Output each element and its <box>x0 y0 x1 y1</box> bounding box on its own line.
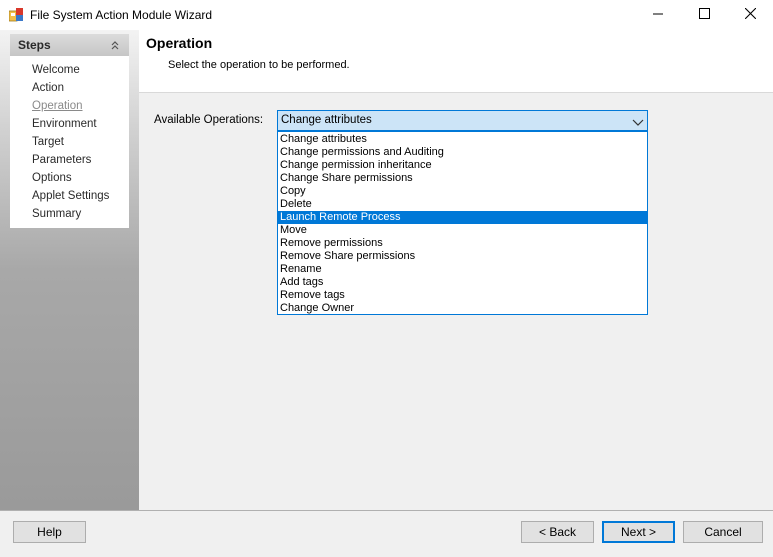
minimize-button[interactable] <box>635 0 681 30</box>
step-parameters: Parameters <box>32 154 92 166</box>
step-target: Target <box>32 136 64 148</box>
step-options: Options <box>32 172 72 184</box>
step-welcome: Welcome <box>32 64 80 76</box>
operation-select[interactable]: Change attributes <box>277 110 648 131</box>
title-bar: File System Action Module Wizard <box>0 0 773 30</box>
step-summary: Summary <box>32 208 82 220</box>
steps-header[interactable]: Steps <box>10 34 129 56</box>
step-environment: Environment <box>32 118 97 130</box>
operation-option[interactable]: Rename <box>278 263 647 276</box>
steps-list: Welcome Action Operation Environment Tar… <box>32 62 109 224</box>
operation-option-highlighted[interactable]: Launch Remote Process <box>278 211 647 224</box>
operation-option[interactable]: Change Share permissions <box>278 172 647 185</box>
close-icon <box>744 7 756 22</box>
close-button[interactable] <box>727 0 773 30</box>
operation-option[interactable]: Move <box>278 224 647 237</box>
chevron-double-up-icon[interactable] <box>109 39 121 51</box>
step-action: Action <box>32 82 64 94</box>
operation-option[interactable]: Add tags <box>278 276 647 289</box>
wizard-footer: Help < Back Next > Cancel <box>0 510 773 557</box>
page-title: Operation <box>146 35 213 51</box>
operation-dropdown-list: Change attributes Change permissions and… <box>277 131 648 315</box>
cancel-button[interactable]: Cancel <box>683 521 763 543</box>
next-button[interactable]: Next > <box>602 521 675 543</box>
help-button[interactable]: Help <box>13 521 86 543</box>
steps-title: Steps <box>18 38 51 52</box>
operation-option[interactable]: Delete <box>278 198 647 211</box>
maximize-button[interactable] <box>681 0 727 30</box>
operation-option[interactable]: Change Owner <box>278 302 647 315</box>
operation-option[interactable]: Remove tags <box>278 289 647 302</box>
wizard-app-icon <box>8 8 23 22</box>
steps-panel: Steps Welcome Action Operation Environme… <box>10 34 129 228</box>
page-header: Operation Select the operation to be per… <box>139 30 773 92</box>
operation-option[interactable]: Change attributes <box>278 133 647 146</box>
operation-option[interactable]: Change permission inheritance <box>278 159 647 172</box>
step-operation: Operation <box>32 100 83 112</box>
header-divider <box>139 92 773 93</box>
available-operations-label: Available Operations: <box>154 114 264 126</box>
operation-option[interactable]: Remove Share permissions <box>278 250 647 263</box>
operation-select-value: Change attributes <box>281 114 372 126</box>
operation-option[interactable]: Remove permissions <box>278 237 647 250</box>
maximize-icon <box>698 8 710 22</box>
minimize-icon <box>653 8 663 22</box>
step-applet-settings: Applet Settings <box>32 190 110 202</box>
page-subtitle: Select the operation to be performed. <box>168 59 350 71</box>
operation-option[interactable]: Change permissions and Auditing <box>278 146 647 159</box>
back-button[interactable]: < Back <box>521 521 594 543</box>
chevron-down-icon[interactable] <box>632 116 644 126</box>
window-title: File System Action Module Wizard <box>30 8 213 22</box>
operation-option[interactable]: Copy <box>278 185 647 198</box>
